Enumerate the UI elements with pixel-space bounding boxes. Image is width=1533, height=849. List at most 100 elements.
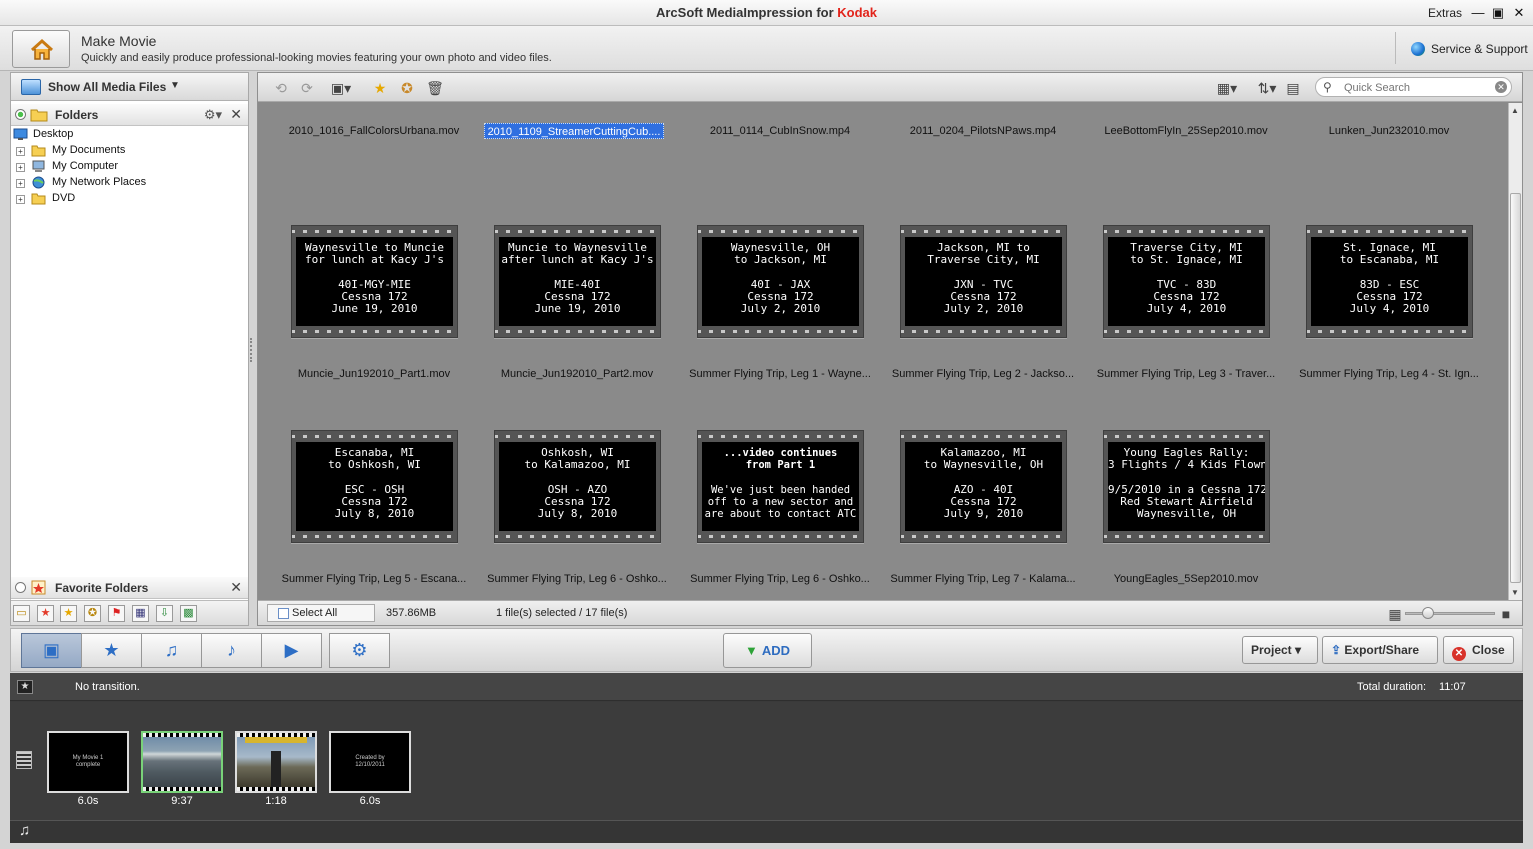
video-thumbnail[interactable]: Traverse City, MI to St. Ignace, MI TVC … — [1103, 225, 1270, 338]
minimize-button[interactable]: — — [1470, 5, 1486, 21]
rating-icon[interactable]: ✪ — [84, 605, 101, 622]
view-mode-icon[interactable]: ▦▾ — [1213, 79, 1241, 97]
quick-search-box[interactable]: ⚲ ✕ — [1315, 77, 1512, 97]
add-media-mode-button[interactable]: ▣ — [21, 633, 82, 668]
media-filename[interactable]: Lunken_Jun232010.mov — [1293, 123, 1485, 139]
timeline-clip[interactable]: Created by 12/10/2011 — [329, 731, 411, 793]
show-all-media-dropdown[interactable]: Show All Media Files ▼ — [11, 73, 248, 101]
media-item[interactable]: October 16, 20102010_1016_FallColorsUrba… — [278, 103, 468, 187]
media-item[interactable]: 1/14/20112011_0114_CubInSnow.mp4 — [684, 103, 874, 187]
import-icon[interactable]: ⇩ — [156, 605, 173, 622]
favorite-folder-icon[interactable]: ★ — [37, 605, 54, 622]
transitions-mode-button[interactable]: ★ — [81, 633, 142, 668]
media-item[interactable]: Waynesville, OH to Jackson, MI 40I - JAX… — [684, 225, 874, 430]
close-button[interactable]: ✕ Close — [1443, 636, 1514, 664]
media-item[interactable]: Jackson, MI to Traverse City, MI JXN - T… — [887, 225, 1077, 430]
timeline-clip[interactable] — [235, 731, 317, 793]
tree-item-desktop[interactable]: Desktop — [11, 127, 248, 143]
expand-icon[interactable]: + — [16, 147, 25, 156]
media-item[interactable]: Traverse City, MI to St. Ignace, MI TVC … — [1090, 225, 1280, 430]
project-dropdown[interactable]: Project ▾ — [1242, 636, 1318, 664]
favorite-icon[interactable]: ✪ — [398, 79, 416, 97]
video-thumbnail[interactable]: Waynesville, OH to Jackson, MI 40I - JAX… — [697, 225, 864, 338]
media-item[interactable]: Cessna 1722011_0204_PilotsNPaws.mp4 — [887, 103, 1077, 187]
gear-icon[interactable]: ⚙▾ — [204, 107, 222, 123]
large-thumbnails-icon[interactable]: ■ — [1497, 605, 1515, 623]
star-icon[interactable]: ★ — [371, 79, 389, 97]
slider-knob[interactable] — [1422, 607, 1434, 619]
media-filename[interactable]: Summer Flying Trip, Leg 6 - Oshko... — [481, 571, 673, 587]
media-item[interactable]: 2010_1109_StreamerCuttingCub.... — [481, 103, 671, 187]
star-icon[interactable]: ★ — [60, 605, 77, 622]
video-thumbnail[interactable]: ...video continues from Part 1 We've jus… — [697, 430, 864, 543]
home-button[interactable] — [12, 30, 70, 68]
video-thumbnail[interactable]: Escanaba, MI to Oshkosh, WI ESC - OSH Ce… — [291, 430, 458, 543]
expand-icon[interactable]: + — [16, 179, 25, 188]
music-mode-button[interactable]: ♫ — [141, 633, 202, 668]
video-thumbnail[interactable]: Waynesville to Muncie for lunch at Kacy … — [291, 225, 458, 338]
scroll-down-icon[interactable]: ▼ — [1511, 588, 1519, 597]
media-filename[interactable]: Muncie_Jun192010_Part2.mov — [481, 366, 673, 382]
small-thumbnails-icon[interactable]: ▦ — [1386, 605, 1404, 623]
media-filename[interactable]: 2010_1109_StreamerCuttingCub.... — [484, 123, 664, 139]
image-menu-icon[interactable]: ▣▾ — [328, 79, 354, 97]
trash-icon[interactable]: 🗑 — [426, 79, 444, 97]
video-thumbnail[interactable]: Oshkosh, WI to Kalamazoo, MI OSH - AZO C… — [494, 430, 661, 543]
rotate-right-icon[interactable]: ⟳ — [298, 79, 316, 97]
settings-button[interactable]: ⚙ — [329, 633, 390, 668]
media-filename[interactable]: Summer Flying Trip, Leg 4 - St. Ign... — [1293, 366, 1485, 382]
media-filename[interactable]: Summer Flying Trip, Leg 5 - Escana... — [278, 571, 470, 587]
tree-item-my-network-places[interactable]: + My Network Places — [11, 175, 248, 191]
service-support-link[interactable]: Service & Support — [1431, 42, 1528, 56]
close-icon[interactable]: ✕ — [230, 579, 242, 596]
media-item[interactable]: ...video continues from Part 1 We've jus… — [684, 430, 874, 600]
calendar-icon[interactable]: ▦ — [132, 605, 149, 622]
media-item[interactable]: Muncie to Waynesville after lunch at Kac… — [481, 225, 671, 430]
scroll-up-icon[interactable]: ▲ — [1511, 106, 1519, 115]
quick-search-input[interactable] — [1344, 81, 1484, 95]
media-filename[interactable]: Summer Flying Trip, Leg 7 - Kalama... — [887, 571, 1079, 587]
media-filename[interactable]: LeeBottomFlyIn_25Sep2010.mov — [1090, 123, 1282, 139]
narration-mode-button[interactable]: ♪ — [201, 633, 262, 668]
maximize-button[interactable]: ▣ — [1490, 5, 1506, 21]
flag-icon[interactable]: ⚑ — [108, 605, 125, 622]
tree-item-dvd[interactable]: + DVD — [11, 191, 248, 207]
vertical-scrollbar[interactable]: ▲ ▼ — [1508, 103, 1522, 600]
media-filename[interactable]: Summer Flying Trip, Leg 1 - Wayne... — [684, 366, 876, 382]
preview-mode-button[interactable]: ▶ — [261, 633, 322, 668]
media-filename[interactable]: 2010_1016_FallColorsUrbana.mov — [278, 123, 470, 139]
video-thumbnail[interactable]: Muncie to Waynesville after lunch at Kac… — [494, 225, 661, 338]
thumbnail-size-slider[interactable] — [1405, 607, 1495, 619]
sort-icon[interactable]: ⇅▾ — [1253, 79, 1281, 97]
transition-star-icon[interactable]: ★ — [17, 680, 33, 694]
media-filename[interactable]: Summer Flying Trip, Leg 2 - Jackso... — [887, 366, 1079, 382]
media-item[interactable]: Waynesville to Muncie for lunch at Kacy … — [278, 225, 468, 430]
folders-radio[interactable] — [15, 109, 26, 120]
grid-view-icon[interactable]: ▩ — [180, 605, 197, 622]
media-item[interactable]: 9/25/2010LeeBottomFlyIn_25Sep2010.mov — [1090, 103, 1280, 187]
timeline-clip[interactable] — [141, 731, 223, 793]
media-item[interactable]: St. Ignace, MI to Escanaba, MI 83D - ESC… — [1293, 225, 1483, 430]
details-icon[interactable]: ▤ — [1284, 79, 1302, 97]
media-filename[interactable]: Summer Flying Trip, Leg 6 - Oshko... — [684, 571, 876, 587]
export-share-button[interactable]: ⇪ Export/Share — [1322, 636, 1438, 664]
media-filename[interactable]: 2011_0204_PilotsNPaws.mp4 — [887, 123, 1079, 139]
timeline-clip[interactable]: My Movie 1 complete — [47, 731, 129, 793]
media-item[interactable]: Young Eagles Rally: 3 Flights / 4 Kids F… — [1090, 430, 1280, 600]
media-filename[interactable]: Summer Flying Trip, Leg 3 - Traver... — [1090, 366, 1282, 382]
video-thumbnail[interactable]: Kalamazoo, MI to Waynesville, OH AZO - 4… — [900, 430, 1067, 543]
video-thumbnail[interactable]: Young Eagles Rally: 3 Flights / 4 Kids F… — [1103, 430, 1270, 543]
panel-splitter[interactable] — [250, 338, 254, 362]
scroll-thumb[interactable] — [1510, 193, 1521, 583]
close-icon[interactable]: ✕ — [230, 106, 242, 123]
media-filename[interactable]: 2011_0114_CubInSnow.mp4 — [684, 123, 876, 139]
video-thumbnail[interactable]: St. Ignace, MI to Escanaba, MI 83D - ESC… — [1306, 225, 1473, 338]
media-item[interactable]: Escanaba, MI to Oshkosh, WI ESC - OSH Ce… — [278, 430, 468, 600]
extras-menu[interactable]: Extras — [1428, 6, 1462, 20]
media-item[interactable]: Lunken_Jun232010.mov — [1293, 103, 1483, 187]
folder-icon[interactable]: ▭ — [13, 605, 30, 622]
clear-search-icon[interactable]: ✕ — [1495, 81, 1507, 93]
expand-icon[interactable]: + — [16, 195, 25, 204]
media-filename[interactable]: YoungEagles_5Sep2010.mov — [1090, 571, 1282, 587]
tree-item-my-documents[interactable]: + My Documents — [11, 143, 248, 159]
